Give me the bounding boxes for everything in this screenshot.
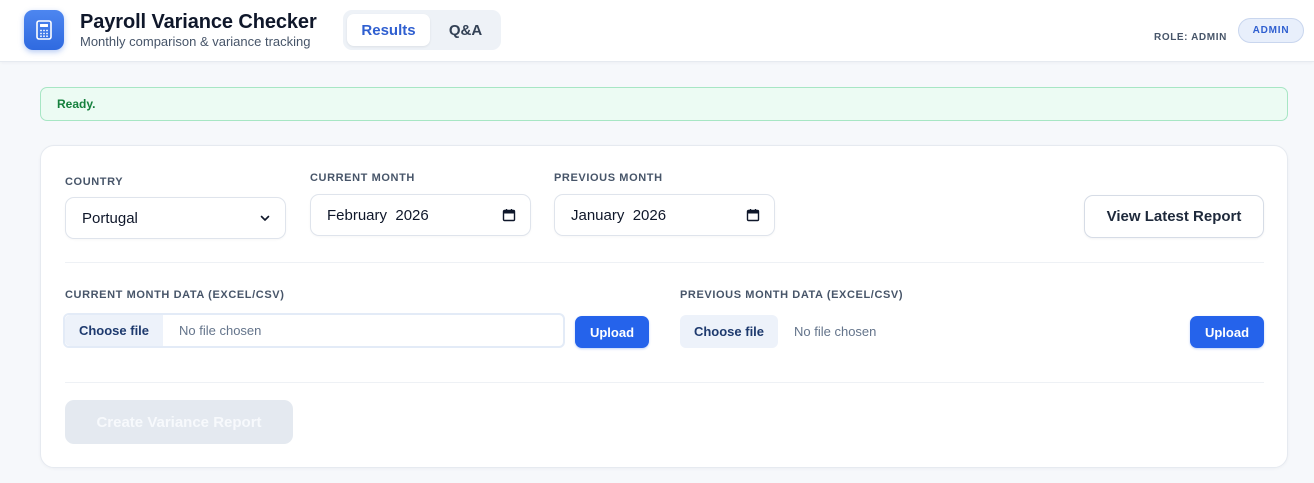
- country-value: Portugal: [82, 209, 138, 227]
- previous-data-label: PREVIOUS MONTH DATA (EXCEL/CSV): [680, 289, 904, 301]
- app-title: Payroll Variance Checker: [80, 11, 317, 33]
- current-upload-button[interactable]: Upload: [575, 316, 649, 348]
- create-variance-report-button[interactable]: Create Variance Report: [65, 400, 293, 444]
- tab-qa[interactable]: Q&A: [434, 14, 497, 46]
- previous-month-input[interactable]: January 2026: [554, 194, 775, 236]
- role-label: ROLE: ADMIN: [1154, 32, 1227, 43]
- section-divider: [65, 262, 1264, 263]
- calendar-icon[interactable]: [746, 208, 760, 222]
- current-month-value: February 2026: [327, 206, 429, 224]
- previous-file-status: No file chosen: [794, 324, 877, 339]
- status-text: Ready.: [57, 97, 96, 111]
- country-label: COUNTRY: [65, 176, 124, 188]
- report-form-card: COUNTRY Portugal CURRENT MONTH February …: [40, 145, 1288, 468]
- calculator-icon: [24, 10, 64, 50]
- role-badge: ADMIN: [1238, 18, 1304, 43]
- status-banner: Ready.: [40, 87, 1288, 121]
- previous-month-label: PREVIOUS MONTH: [554, 172, 663, 184]
- previous-choose-file-button[interactable]: Choose file: [680, 315, 778, 348]
- current-file-input[interactable]: Choose file No file chosen: [63, 313, 565, 348]
- country-select[interactable]: Portugal: [65, 197, 286, 239]
- app-subtitle: Monthly comparison & variance tracking: [80, 34, 311, 49]
- top-bar: Payroll Variance Checker Monthly compari…: [0, 0, 1314, 62]
- view-tabs: Results Q&A: [343, 10, 501, 50]
- previous-upload-button[interactable]: Upload: [1190, 316, 1264, 348]
- previous-month-value: January 2026: [571, 206, 667, 224]
- current-month-label: CURRENT MONTH: [310, 172, 415, 184]
- section-divider: [65, 382, 1264, 383]
- current-month-input[interactable]: February 2026: [310, 194, 531, 236]
- tab-results[interactable]: Results: [347, 14, 430, 46]
- current-data-label: CURRENT MONTH DATA (EXCEL/CSV): [65, 289, 285, 301]
- view-latest-report-button[interactable]: View Latest Report: [1084, 195, 1264, 238]
- chevron-down-icon: [259, 212, 271, 224]
- current-choose-file-button[interactable]: Choose file: [65, 315, 163, 346]
- previous-file-input[interactable]: Choose file No file chosen: [680, 315, 1180, 348]
- calendar-icon[interactable]: [502, 208, 516, 222]
- current-file-status: No file chosen: [179, 323, 262, 338]
